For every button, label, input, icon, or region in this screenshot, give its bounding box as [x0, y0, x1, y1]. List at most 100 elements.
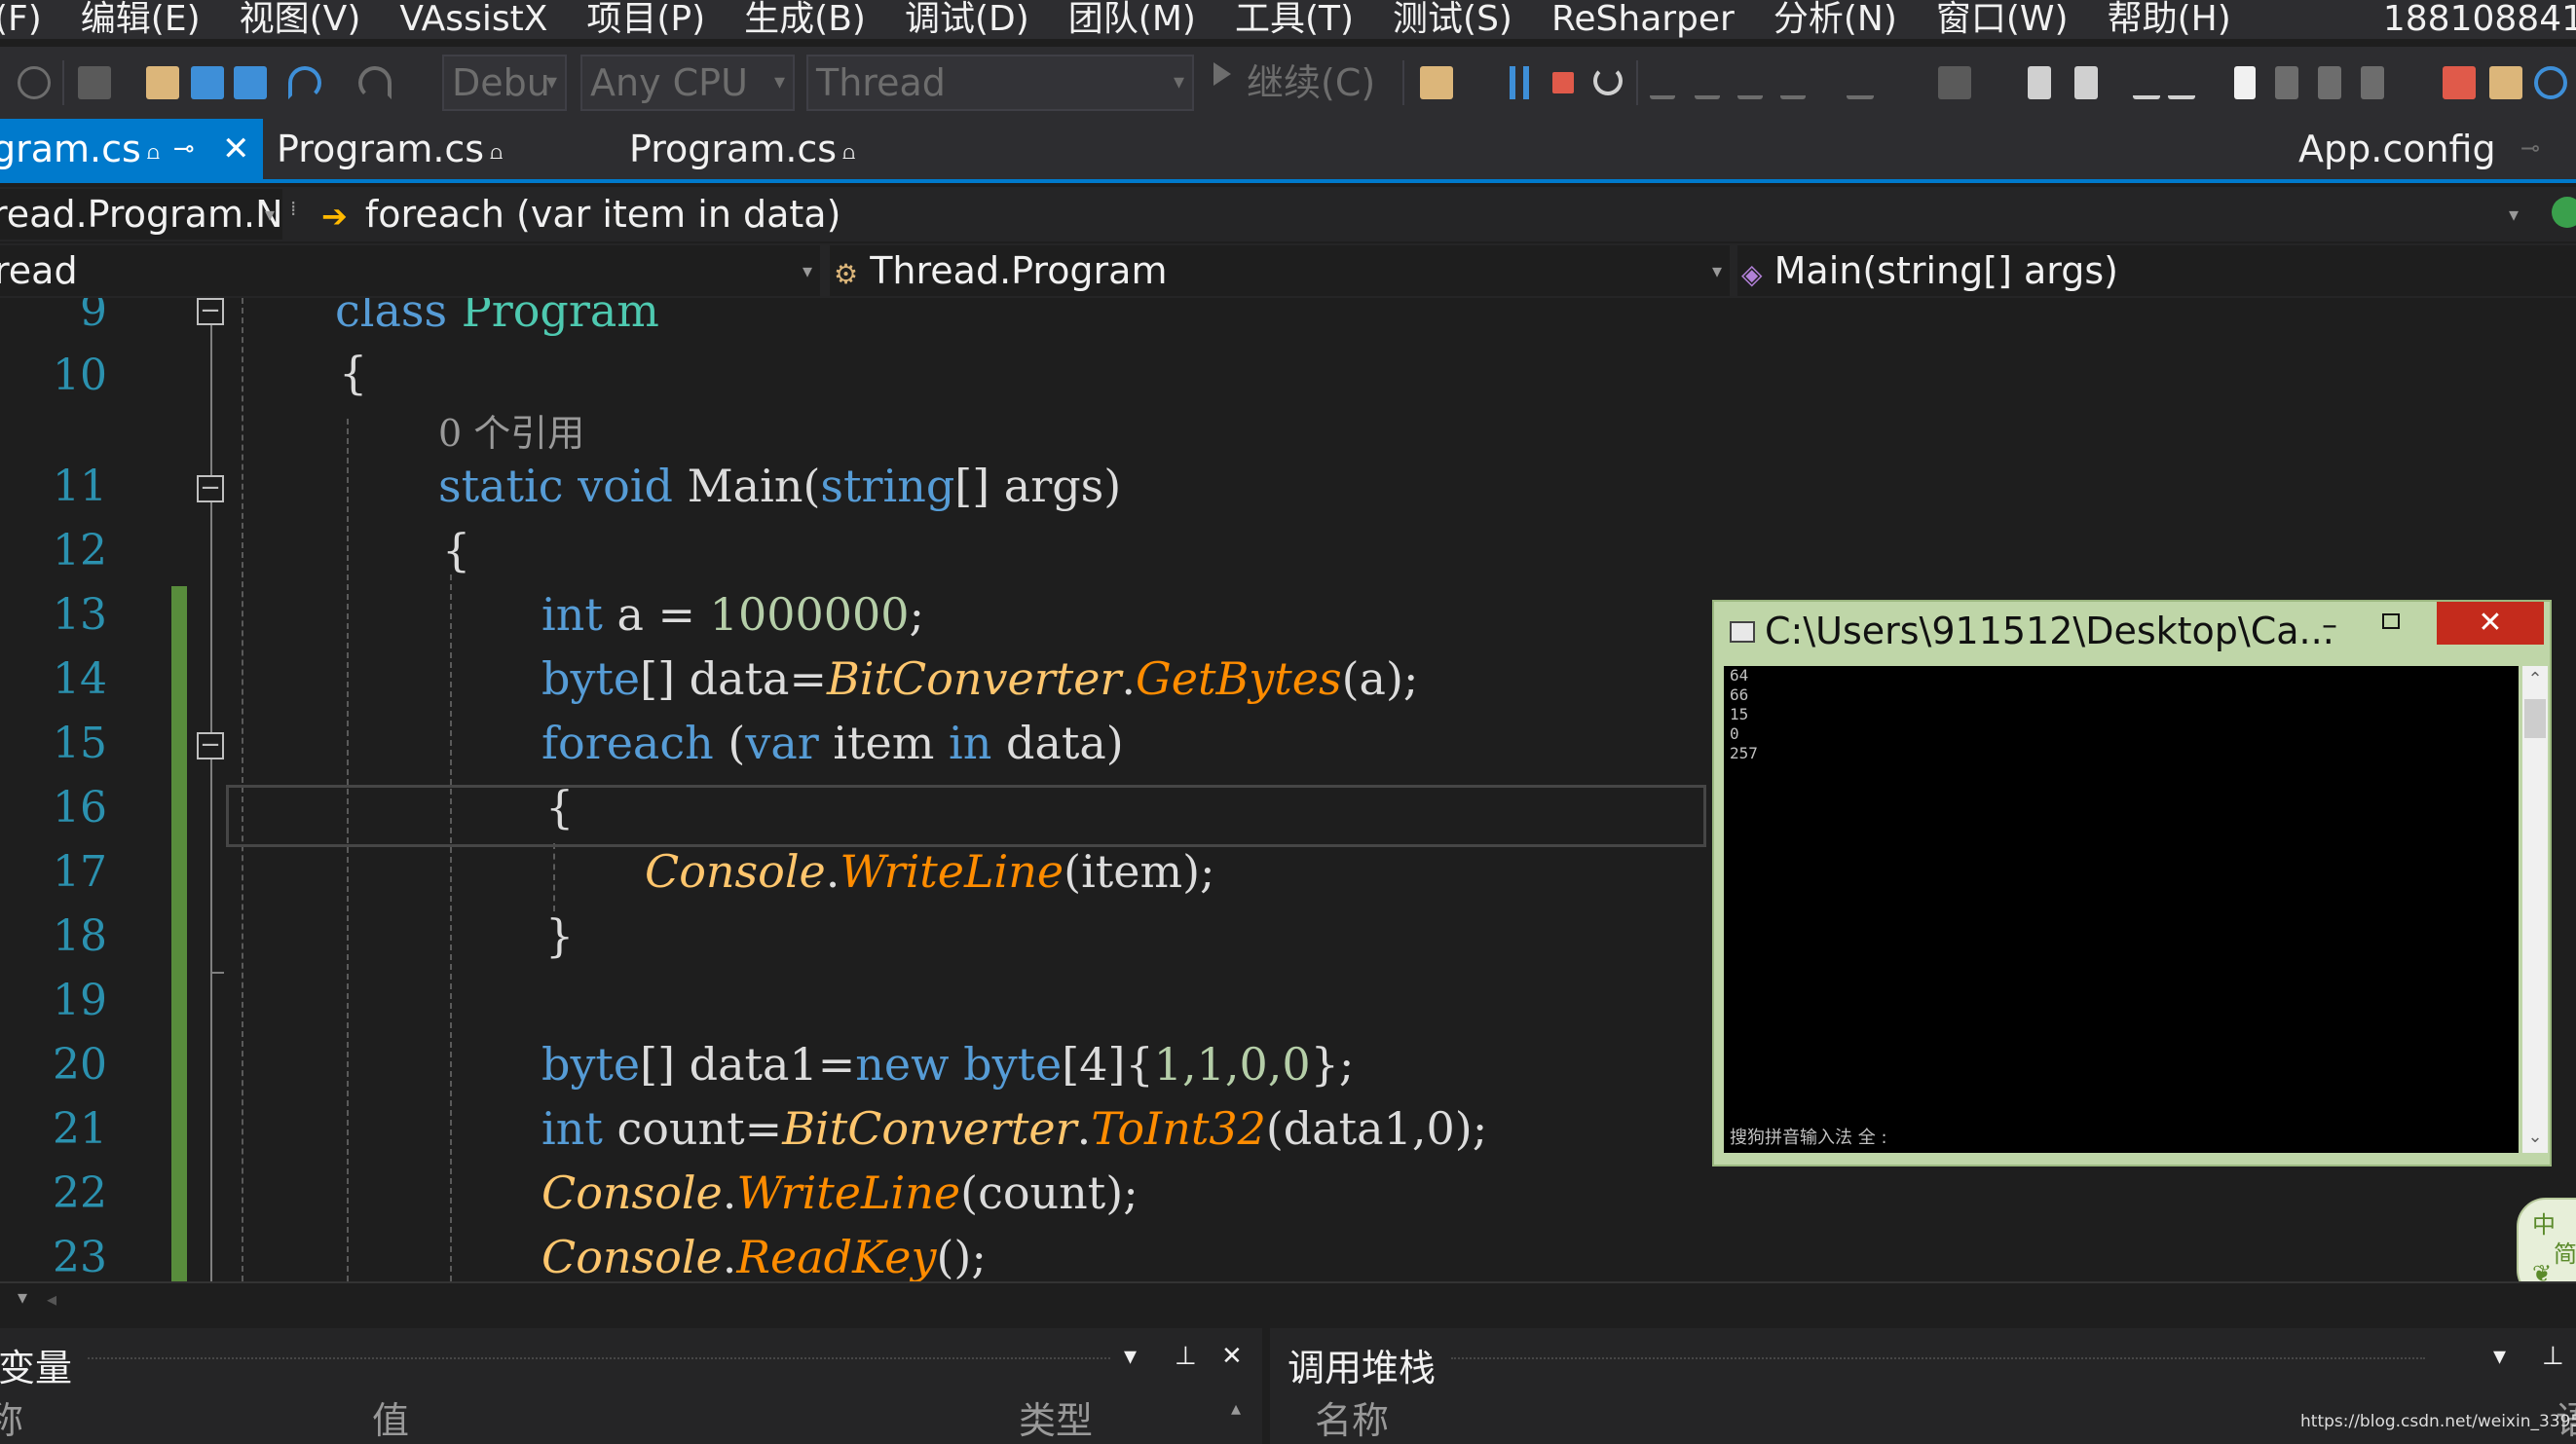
search-icon[interactable]	[2534, 66, 2567, 99]
bookmark-set-icon[interactable]	[2234, 66, 2256, 99]
tab-label: Program.cs	[629, 128, 838, 170]
class-dropdown[interactable]: ⚙ Thread.Program ▾	[830, 245, 1730, 296]
new-project-icon[interactable]	[78, 66, 111, 99]
folder-icon[interactable]	[2489, 66, 2522, 99]
minimize-icon[interactable]: –	[2322, 606, 2337, 643]
menu-resharper[interactable]: ReSharper	[1532, 0, 1754, 39]
thread-dropdown[interactable]: Thread ▾	[806, 55, 1194, 111]
chevron-left-icon[interactable]: ◂	[47, 1287, 56, 1311]
code-line-9: class Program	[335, 298, 659, 337]
restart-icon[interactable]	[1593, 66, 1623, 95]
editor-horizontal-scrollbar[interactable]: ▾ ◂	[0, 1281, 2576, 1314]
collapse-icon[interactable]: −	[197, 475, 224, 502]
tab-program-cs-2[interactable]: Program.cs ⩍	[277, 119, 503, 179]
platform-dropdown[interactable]: Any CPU ▾	[580, 55, 795, 111]
column-header-value[interactable]: 值	[372, 1390, 409, 1444]
bookmark-toggle-icon[interactable]	[2361, 66, 2384, 99]
config-dropdown[interactable]: Debu ▾	[442, 55, 567, 111]
column-header-type[interactable]: 类型	[1019, 1390, 1093, 1444]
column-header-name[interactable]: 称	[0, 1390, 23, 1444]
console-scrollbar[interactable]: ⌃ ⌄	[2522, 666, 2548, 1153]
tab-program-cs-3[interactable]: Program.cs ⩍	[629, 119, 855, 179]
menu-view[interactable]: 视图(V)	[220, 0, 381, 39]
tab-program-cs-active[interactable]: gram.cs ⩍ ⊸ ✕	[0, 119, 263, 179]
close-icon[interactable]: ✕	[2437, 602, 2544, 645]
undo-icon[interactable]	[288, 66, 321, 99]
collapse-icon[interactable]: −	[197, 732, 224, 759]
menu-analyze[interactable]: 分析(N)	[1754, 0, 1917, 39]
sync-icon[interactable]	[2552, 197, 2576, 228]
column-header-name[interactable]: 名称	[1315, 1390, 1389, 1444]
splitter-handle[interactable]: ⁞	[290, 197, 296, 220]
chevron-down-icon[interactable]: ▾	[2493, 1342, 2506, 1371]
save-all-icon[interactable]	[234, 66, 267, 99]
chevron-down-icon[interactable]: ▾	[1124, 1342, 1137, 1371]
panel-drag-grip[interactable]	[88, 1357, 1110, 1363]
resharper-icon[interactable]	[2443, 66, 2476, 99]
code-line-14: byte[] data=BitConverter.GetBytes(a);	[541, 652, 1419, 705]
outline-end-marker	[210, 972, 224, 974]
chevron-down-icon[interactable]: ⌄	[2522, 1124, 2548, 1151]
tab-label: Program.cs	[277, 128, 485, 170]
play-icon[interactable]	[1213, 62, 1231, 86]
codelens-references[interactable]: 0 个引用	[438, 403, 584, 457]
comment-icon[interactable]	[2133, 66, 2160, 99]
bookmark-clear-icon[interactable]	[2318, 66, 2341, 99]
tab-app-config[interactable]: App.config	[2298, 119, 2496, 179]
class-value: Thread.Program	[870, 249, 1168, 292]
menu-test[interactable]: 测试(S)	[1373, 0, 1532, 39]
hex-icon[interactable]	[1847, 66, 1874, 99]
continue-button[interactable]: 继续(C)	[1247, 55, 1375, 111]
namespace-dropdown[interactable]: read ▾	[0, 245, 820, 296]
pause-icon[interactable]	[1510, 66, 1529, 99]
step-over-icon[interactable]	[1737, 66, 1763, 99]
redo-icon[interactable]	[358, 66, 392, 99]
line-number-gutter: 9 10 11 12 13 14 15 16 17 18 19 20 21 22…	[0, 298, 146, 1281]
close-icon[interactable]: ✕	[222, 119, 250, 179]
bookmark-next-icon[interactable]	[2275, 66, 2298, 99]
menu-project[interactable]: 项目(P)	[567, 0, 725, 39]
chevron-down-icon[interactable]: ▾	[18, 1285, 27, 1309]
pin-icon[interactable]: ⊸	[2520, 134, 2540, 162]
threads-icon[interactable]	[1938, 66, 1971, 99]
open-file-icon[interactable]	[146, 66, 179, 99]
console-title-bar[interactable]: C:\Users\911512\Desktop\Ca... – ✕	[1714, 602, 2550, 664]
menu-edit[interactable]: 编辑(E)	[61, 0, 220, 39]
bookmark-icon[interactable]	[2028, 66, 2051, 99]
menu-team[interactable]: 团队(M)	[1049, 0, 1215, 39]
step-into-icon[interactable]	[1695, 66, 1720, 99]
pin-icon[interactable]: ⊥	[2542, 1342, 2564, 1371]
attach-process-icon[interactable]	[1420, 66, 1453, 99]
member-dropdown[interactable]: ◈ Main(string[] args)	[1737, 245, 2576, 296]
menu-debug[interactable]: 调试(D)	[885, 0, 1049, 39]
menu-help[interactable]: 帮助(H)	[2088, 0, 2251, 39]
maximize-icon[interactable]	[2382, 613, 2400, 629]
arrow-right-icon: ➔	[321, 198, 348, 235]
step-icon[interactable]	[1650, 66, 1675, 99]
scrollbar-thumb[interactable]	[2524, 699, 2546, 738]
stop-icon[interactable]	[1552, 72, 1574, 93]
project-dropdown[interactable]: read.Program.N ▾	[0, 189, 282, 240]
menu-tools[interactable]: 工具(T)	[1215, 0, 1373, 39]
user-account[interactable]: 188108841	[2383, 0, 2576, 39]
menu-build[interactable]: 生成(B)	[725, 0, 885, 39]
console-output[interactable]: 64 66 15 0 257 搜狗拼音输入法 全 :	[1724, 666, 2519, 1153]
bookmark-prev-icon[interactable]	[2074, 66, 2098, 99]
save-icon[interactable]	[191, 66, 224, 99]
uncomment-icon[interactable]	[2168, 66, 2195, 99]
nav-forward-icon[interactable]	[18, 66, 51, 99]
statement-dropdown[interactable]: ➔ foreach (var item in data) ▾	[314, 189, 2554, 240]
menu-window[interactable]: 窗口(W)	[1917, 0, 2088, 39]
step-out-icon[interactable]	[1780, 66, 1806, 99]
line-number: 22	[53, 1168, 107, 1218]
scroll-up-icon[interactable]: ▴	[1231, 1396, 1241, 1420]
pin-icon[interactable]: ⊥	[1175, 1342, 1197, 1371]
collapse-icon[interactable]: −	[197, 298, 224, 325]
console-window[interactable]: C:\Users\911512\Desktop\Ca... – ✕ 64 66 …	[1712, 600, 2552, 1166]
close-icon[interactable]: ✕	[1221, 1342, 1243, 1371]
chevron-up-icon[interactable]: ⌃	[2522, 666, 2548, 693]
pin-icon[interactable]: ⊸	[173, 119, 195, 179]
panel-drag-grip[interactable]	[1451, 1357, 2425, 1363]
menu-vassistx[interactable]: VAssistX	[380, 0, 567, 39]
menu-file[interactable]: (F)	[0, 0, 61, 39]
